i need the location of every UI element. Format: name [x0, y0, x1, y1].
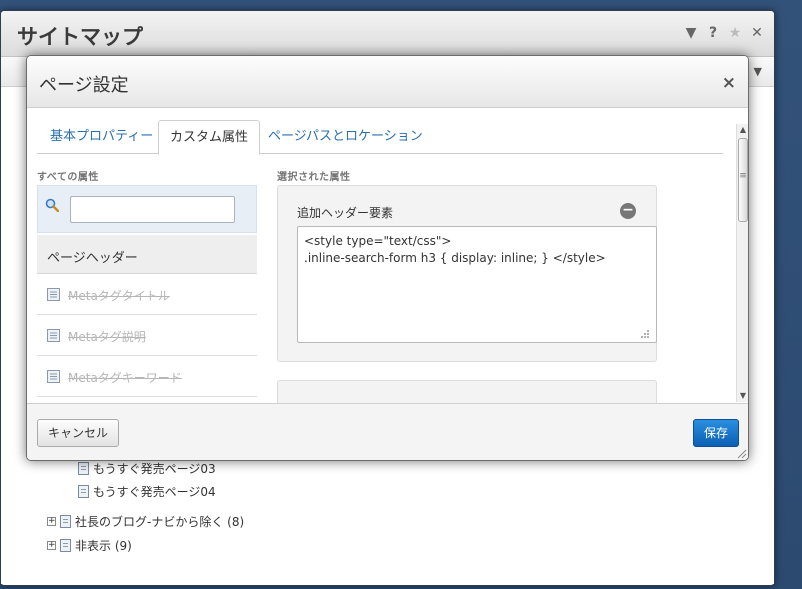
attribute-item-label: Metaタグキーワード	[68, 371, 182, 385]
all-attributes-panel: すべての属性 ページヘッダー Metaタグタイトル Metaタグ説明 Metaタ…	[37, 168, 257, 403]
attribute-group-header: ページヘッダー	[37, 235, 257, 274]
attribute-search-box	[37, 185, 257, 233]
tree-item[interactable]: + 非表示 (9)	[47, 537, 132, 554]
attribute-item-meta-description[interactable]: Metaタグ説明	[37, 315, 257, 356]
sitemap-window-header: サイトマップ ▼ ? ★ ✕	[1, 11, 774, 57]
help-icon[interactable]: ?	[706, 25, 720, 41]
tab-basic-properties[interactable]: 基本プロパティー	[39, 120, 164, 155]
sitemap-window-title: サイトマップ	[17, 25, 143, 49]
selected-attribute-card: 追加ヘッダー要素 −	[277, 185, 657, 362]
header-extra-textarea[interactable]	[297, 226, 657, 343]
selected-attributes-panel: 選択された属性 追加ヘッダー要素 −	[277, 168, 657, 403]
attribute-item-meta-keywords[interactable]: Metaタグキーワード	[37, 356, 257, 397]
tree-item-label: 非表示 (9)	[75, 539, 132, 553]
close-icon[interactable]: ✕	[750, 25, 764, 41]
scroll-thumb[interactable]	[738, 138, 748, 222]
window-controls: ▼ ? ★ ✕	[684, 25, 764, 41]
collapse-icon[interactable]: ▼	[684, 25, 698, 41]
page-icon	[78, 485, 89, 498]
remove-attribute-icon[interactable]: −	[620, 203, 636, 219]
scroll-up-icon[interactable]: ▲	[737, 124, 748, 136]
cancel-button[interactable]: キャンセル	[37, 419, 120, 447]
expand-icon[interactable]: +	[47, 541, 56, 550]
tab-custom-attributes[interactable]: カスタム属性	[158, 120, 261, 155]
selected-attribute-title: 追加ヘッダー要素	[297, 206, 394, 220]
attribute-list: ページヘッダー Metaタグタイトル Metaタグ説明 Metaタグキーワード	[37, 235, 257, 397]
attribute-item-meta-title[interactable]: Metaタグタイトル	[37, 274, 257, 315]
attribute-item-label: Metaタグ説明	[68, 330, 146, 344]
tab-page-path-location[interactable]: ページパスとロケーション	[257, 120, 434, 155]
chevron-down-icon[interactable]: ▼	[754, 65, 762, 78]
all-attributes-label: すべての属性	[37, 172, 99, 183]
selected-attribute-card-next	[277, 380, 657, 403]
attribute-icon	[47, 370, 60, 383]
expand-icon[interactable]: +	[47, 517, 56, 526]
attribute-group-label: ページヘッダー	[47, 251, 138, 266]
tree-item-label: もうすぐ発売ページ04	[93, 485, 216, 499]
dialog-resize-grip-icon[interactable]	[735, 447, 747, 459]
resize-grip-icon[interactable]	[640, 329, 650, 339]
page-icon	[60, 515, 71, 528]
attribute-search-input[interactable]	[70, 196, 235, 223]
search-icon	[45, 198, 59, 212]
tree-item-label: 社長のブログ-ナビから除く (8)	[75, 515, 245, 529]
star-icon[interactable]: ★	[728, 25, 742, 41]
dialog-scrollbar[interactable]: ▲ ▼	[736, 124, 748, 402]
tree-item-label: もうすぐ発売ページ03	[93, 462, 216, 476]
tab-bar: 基本プロパティー カスタム属性 ページパスとロケーション	[37, 120, 723, 155]
tree-item[interactable]: + 社長のブログ-ナビから除く (8)	[47, 513, 244, 530]
selected-attributes-label: 選択された属性	[277, 172, 351, 183]
page-icon	[78, 462, 89, 475]
close-icon[interactable]: ×	[722, 73, 736, 93]
save-button[interactable]: 保存	[692, 419, 739, 447]
tree-item[interactable]: もうすぐ発売ページ03	[78, 460, 216, 477]
scroll-down-icon[interactable]: ▼	[737, 390, 748, 402]
dialog-content: 基本プロパティー カスタム属性 ページパスとロケーション すべての属性 ページヘ…	[27, 108, 748, 403]
page-icon	[60, 539, 71, 552]
tree-item[interactable]: もうすぐ発売ページ04	[78, 483, 216, 500]
dialog-header: ページ設定 ×	[27, 56, 748, 108]
dialog-footer: キャンセル 保存	[27, 403, 748, 460]
attribute-icon	[47, 329, 60, 342]
dialog-title: ページ設定	[39, 75, 129, 96]
attribute-icon	[47, 288, 60, 301]
attribute-item-label: Metaタグタイトル	[68, 289, 170, 303]
page-settings-dialog: ページ設定 × 基本プロパティー カスタム属性 ページパスとロケーション すべて…	[26, 55, 749, 461]
